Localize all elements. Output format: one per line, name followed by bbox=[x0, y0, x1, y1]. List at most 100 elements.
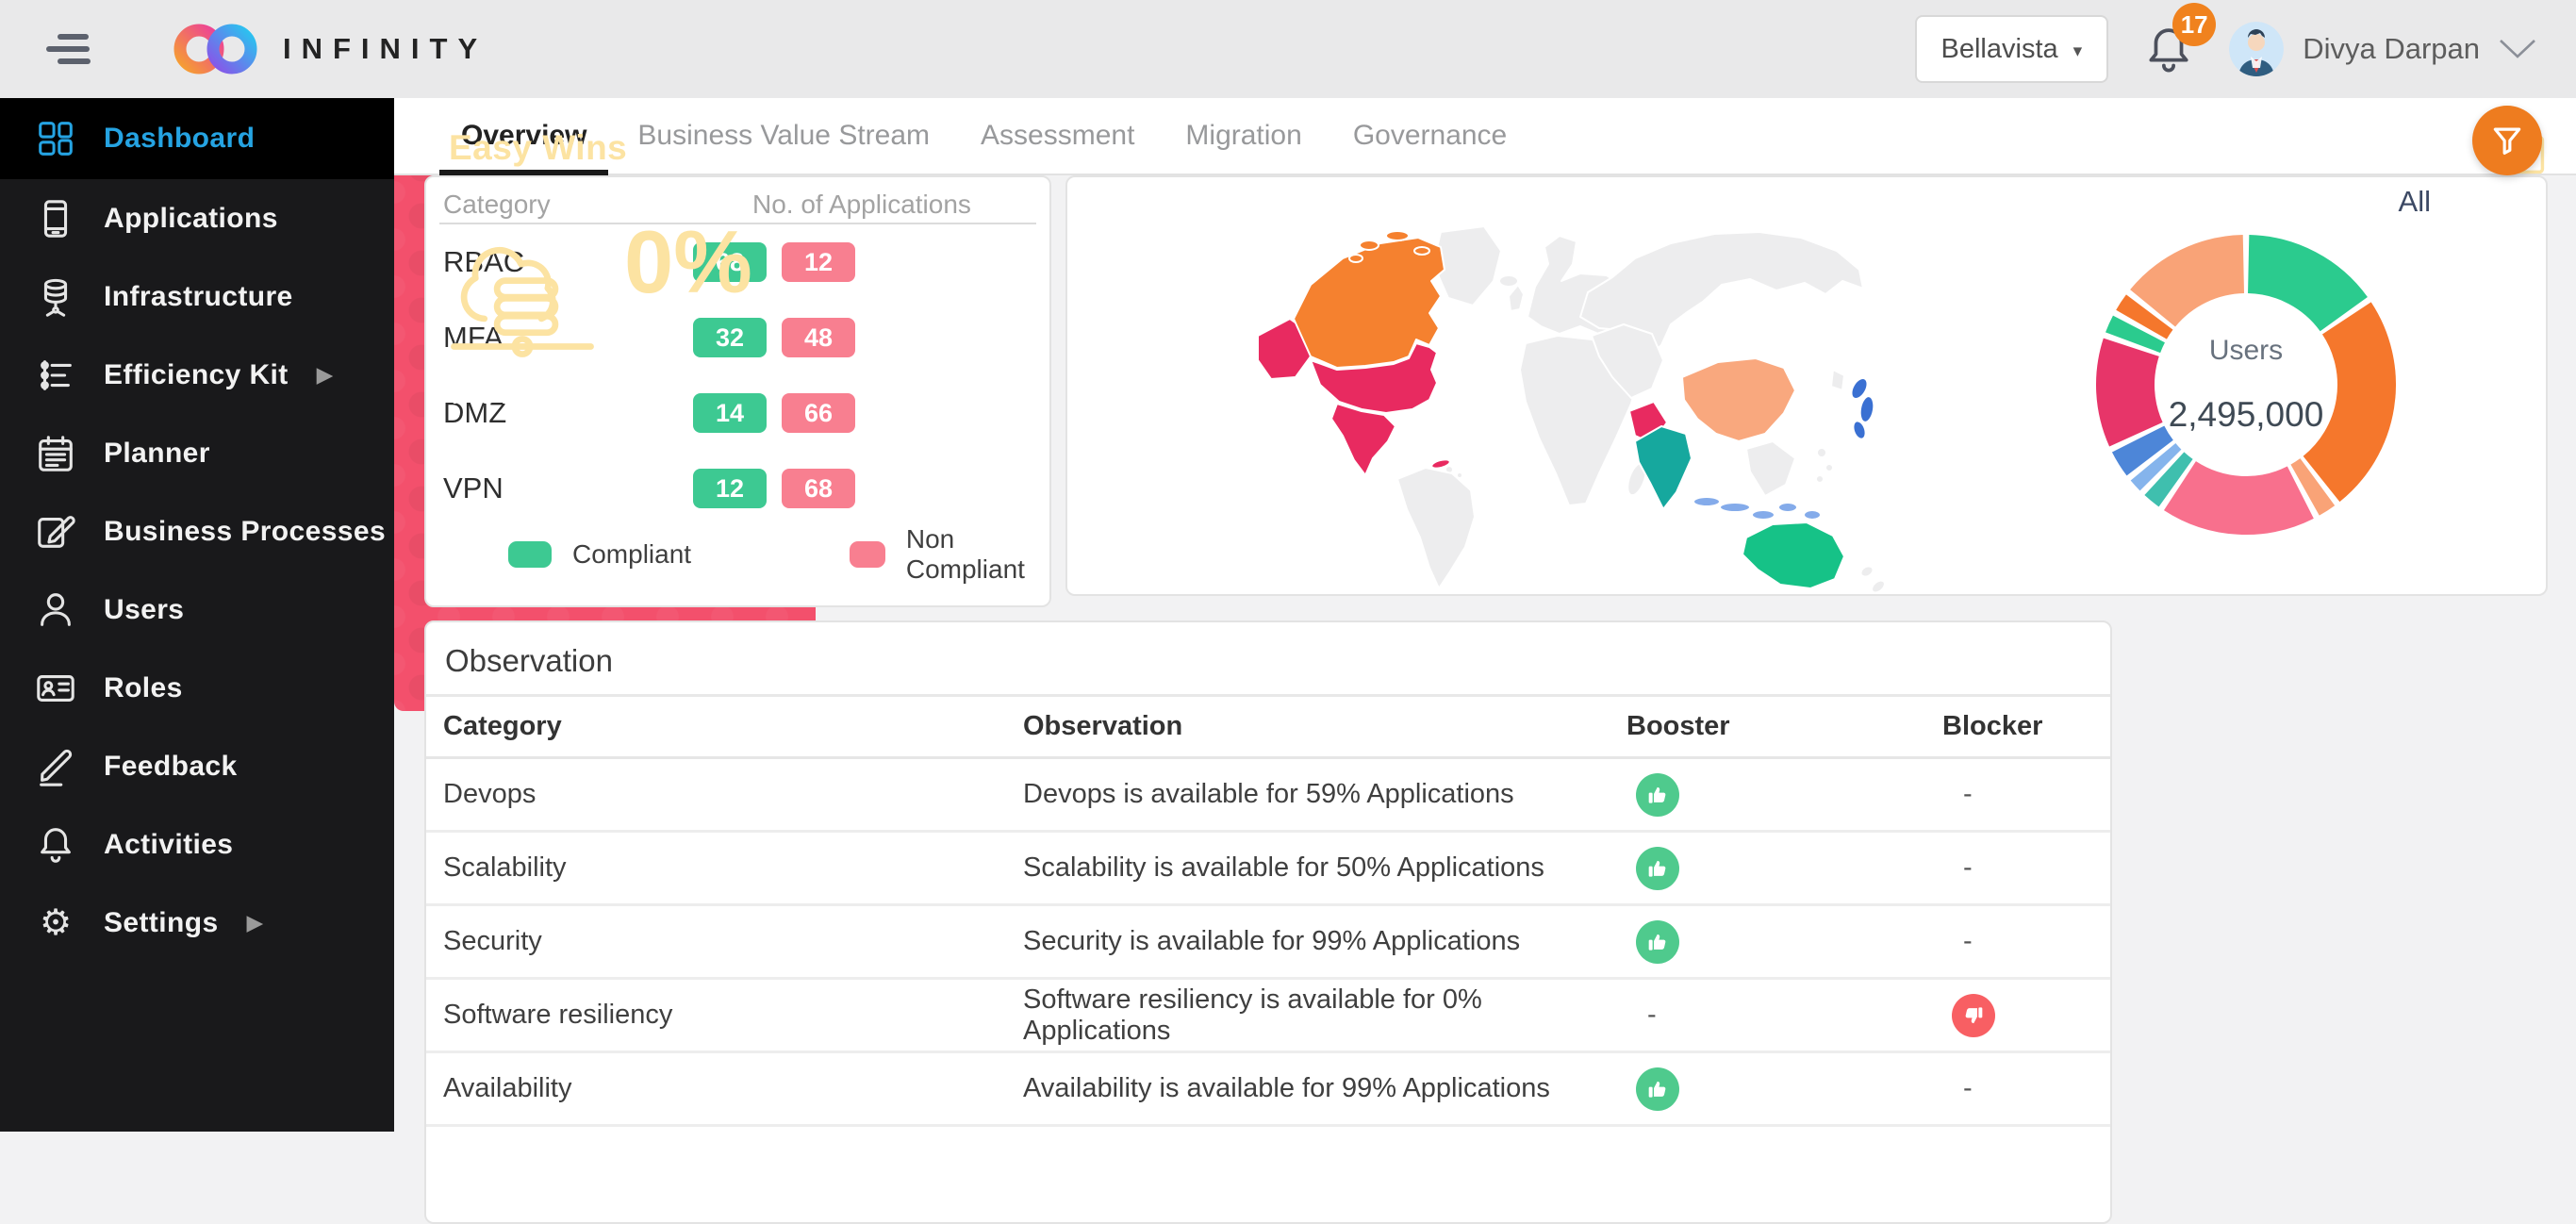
legend-swatch bbox=[850, 541, 885, 568]
user-menu[interactable]: Divya Darpan bbox=[2229, 22, 2536, 76]
sidebar-item-feedback[interactable]: Feedback bbox=[0, 727, 394, 805]
menu-icon[interactable] bbox=[46, 27, 91, 71]
observation-text: Scalability is available for 50% Applica… bbox=[1023, 852, 1627, 884]
cloud-server-icon bbox=[441, 211, 603, 360]
thumbs-up-icon bbox=[1636, 920, 1679, 964]
notifications-button[interactable]: 17 bbox=[2142, 16, 2195, 82]
submenu-arrow-icon: ▶ bbox=[317, 362, 334, 388]
sidebar-item-label: Business Processes bbox=[104, 516, 386, 548]
observation-row: Software resiliencySoftware resiliency i… bbox=[426, 980, 2110, 1053]
world-map bbox=[1256, 226, 1907, 594]
observation-card: Observation Category Observation Booster… bbox=[424, 620, 2112, 1224]
sidebar-item-label: Applications bbox=[104, 203, 278, 235]
brand: INFINITY bbox=[170, 20, 487, 78]
observation-category: Devops bbox=[443, 779, 1023, 810]
empty-value: - bbox=[1942, 926, 1973, 956]
sidebar-item-label: Feedback bbox=[104, 751, 238, 783]
easy-wins-group-item[interactable]: Move Group 2 bbox=[451, 417, 660, 464]
filter-icon bbox=[2489, 123, 2525, 158]
tab-assessment[interactable]: Assessment bbox=[955, 97, 1160, 174]
edit-box-icon bbox=[34, 510, 77, 554]
sidebar-item-label: Roles bbox=[104, 672, 183, 704]
empty-value: - bbox=[1627, 1000, 1657, 1030]
easy-wins-groups: Move Group 1Move Group 2 bbox=[451, 370, 660, 464]
sliders-icon bbox=[34, 354, 77, 397]
avatar[interactable] bbox=[2229, 22, 2284, 76]
main-content: OverviewBusiness Value StreamAssessmentM… bbox=[394, 98, 2576, 1132]
sidebar-item-label: Activities bbox=[104, 829, 233, 861]
observation-category: Software resiliency bbox=[443, 1000, 1023, 1031]
observation-row: DevopsDevops is available for 59% Applic… bbox=[426, 759, 2110, 833]
observation-category: Availability bbox=[443, 1073, 1023, 1104]
grid-icon bbox=[34, 117, 77, 160]
sidebar-item-roles[interactable]: Roles bbox=[0, 649, 394, 727]
gear-icon: ⚙ bbox=[34, 901, 77, 945]
empty-value: - bbox=[1942, 852, 1973, 883]
observation-col-booster: Booster bbox=[1627, 711, 1942, 742]
pencil-icon bbox=[34, 745, 77, 788]
brand-name: INFINITY bbox=[283, 32, 487, 66]
sidebar-item-users[interactable]: Users bbox=[0, 571, 394, 649]
sidebar-item-settings[interactable]: ⚙Settings▶ bbox=[0, 884, 394, 962]
sidebar-item-label: Dashboard bbox=[104, 123, 255, 155]
compliant-count-badge: 12 bbox=[693, 469, 767, 508]
tab-governance[interactable]: Governance bbox=[1328, 97, 1532, 174]
observation-col-observation: Observation bbox=[1023, 711, 1627, 742]
tab-bar: OverviewBusiness Value StreamAssessmentM… bbox=[394, 98, 2576, 175]
tab-business-value-stream[interactable]: Business Value Stream bbox=[612, 97, 955, 174]
noncompliant-count-badge: 48 bbox=[782, 318, 855, 357]
noncompliant-count-badge: 12 bbox=[782, 242, 855, 282]
map-donut-card: All bbox=[1065, 175, 2548, 596]
observation-title: Observation bbox=[426, 622, 2110, 694]
notification-badge: 17 bbox=[2172, 3, 2216, 46]
observation-col-blocker: Blocker bbox=[1942, 711, 2110, 742]
observation-row: ScalabilityScalability is available for … bbox=[426, 833, 2110, 906]
user-name: Divya Darpan bbox=[2303, 32, 2480, 66]
compliant-count-badge: 14 bbox=[693, 393, 767, 433]
sidebar-item-efficiency-kit[interactable]: Efficiency Kit ▶ bbox=[0, 336, 394, 414]
thumbs-up-icon bbox=[1636, 773, 1679, 817]
easy-wins-title: Easy Wins bbox=[449, 128, 627, 168]
id-card-icon bbox=[34, 667, 77, 710]
observation-row: SecuritySecurity is available for 99% Ap… bbox=[426, 906, 2110, 980]
observation-text: Devops is available for 59% Applications bbox=[1023, 779, 1627, 810]
donut-center-label: Users bbox=[2209, 335, 2283, 367]
tab-migration[interactable]: Migration bbox=[1160, 97, 1327, 174]
sidebar-item-planner[interactable]: Planner bbox=[0, 414, 394, 492]
users-donut-chart: Users 2,495,000 bbox=[2086, 224, 2406, 545]
top-bar: INFINITY Bellavista ▾ 17 bbox=[0, 0, 2576, 98]
chevron-down-icon bbox=[2499, 39, 2536, 59]
bell-icon bbox=[34, 823, 77, 867]
thumbs-up-icon bbox=[1636, 1067, 1679, 1111]
compliance-category: VPN bbox=[443, 471, 693, 505]
mobile-icon bbox=[34, 197, 77, 240]
sidebar-item-business-processes[interactable]: Business Processes bbox=[0, 492, 394, 571]
empty-value: - bbox=[1942, 1073, 1973, 1103]
legend-item: Non Compliant bbox=[850, 524, 1049, 585]
thumbs-down-icon bbox=[1952, 994, 1995, 1037]
noncompliant-count-badge: 68 bbox=[782, 469, 855, 508]
legend-label: Compliant bbox=[572, 539, 691, 570]
filter-button[interactable] bbox=[2472, 106, 2542, 175]
observation-text: Availability is available for 99% Applic… bbox=[1023, 1073, 1627, 1104]
easy-wins-group-item[interactable]: Move Group 1 bbox=[451, 370, 660, 417]
sidebar-item-label: Efficiency Kit bbox=[104, 359, 289, 391]
workspace-name: Bellavista bbox=[1941, 34, 2058, 65]
sidebar-item-label: Infrastructure bbox=[104, 281, 293, 313]
observation-text: Software resiliency is available for 0% … bbox=[1023, 984, 1627, 1047]
donut-filter-label[interactable]: All bbox=[2399, 185, 2431, 219]
workspace-selector[interactable]: Bellavista ▾ bbox=[1915, 15, 2109, 83]
sidebar-item-infrastructure[interactable]: Infrastructure bbox=[0, 257, 394, 336]
sidebar-item-applications[interactable]: Applications bbox=[0, 179, 394, 257]
observation-text: Security is available for 99% Applicatio… bbox=[1023, 926, 1627, 957]
dropdown-caret-icon: ▾ bbox=[2073, 41, 2083, 62]
thumbs-up-icon bbox=[1636, 847, 1679, 890]
legend-label: Non Compliant bbox=[906, 524, 1049, 585]
sidebar: Dashboard Applications Infrastructure Effic… bbox=[0, 98, 394, 1132]
compliance-legend: Compliant Non Compliant bbox=[508, 524, 1049, 585]
sidebar-item-label: Users bbox=[104, 594, 184, 626]
sidebar-item-activities[interactable]: Activities bbox=[0, 805, 394, 884]
sidebar-item-dashboard[interactable]: Dashboard bbox=[0, 98, 394, 179]
infinity-logo bbox=[170, 20, 264, 78]
user-icon bbox=[34, 588, 77, 632]
